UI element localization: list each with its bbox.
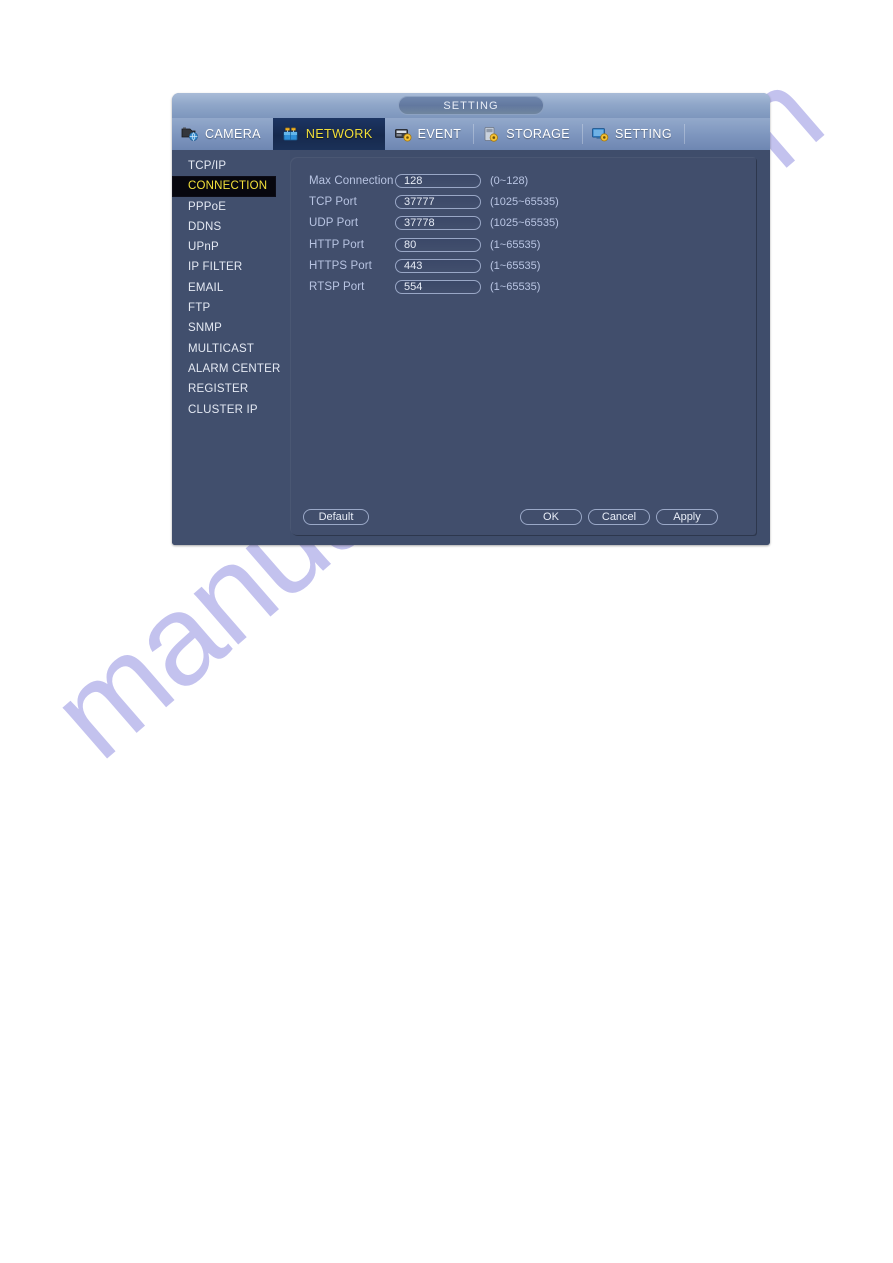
tab-setting[interactable]: SETTING [581,118,684,150]
form-row-tcp-port: TCP Port (1025~65535) [309,191,559,212]
sidebar-item-snmp[interactable]: SNMP [172,318,290,338]
tab-bar-filler [683,118,770,150]
max-connection-hint: (0~128) [490,174,529,187]
form-row-http-port: HTTP Port (1~65535) [309,234,559,255]
rtsp-port-label: RTSP Port [309,281,365,294]
https-port-label: HTTPS Port [309,259,372,272]
apply-button[interactable]: Apply [656,509,718,525]
sidebar-item-tcpip[interactable]: TCP/IP [172,156,290,176]
udp-port-hint: (1025~65535) [490,217,559,230]
tcp-port-hint: (1025~65535) [490,195,559,208]
connection-form: Max Connection (0~128) TCP Port (1025~65… [309,170,559,298]
tab-camera-label: CAMERA [205,127,261,141]
storage-gear-icon [481,125,501,143]
form-row-max-connection: Max Connection (0~128) [309,170,559,191]
network-sidebar: TCP/IP CONNECTION PPPoE DDNS UPnP IP FIL… [172,150,290,545]
default-button[interactable]: Default [303,509,369,525]
tab-network-label: NETWORK [305,127,373,141]
ok-button[interactable]: OK [520,509,582,525]
main-tab-bar: CAMERA NETWORK EVENT STORAGE SETTING [172,118,770,151]
dvr-setting-window: SETTING CAMERA NETWORK EVENT STORAGE SET… [172,93,770,545]
event-gear-icon [393,125,413,143]
sidebar-item-register[interactable]: REGISTER [172,379,290,399]
tab-storage-label: STORAGE [506,127,570,141]
form-row-https-port: HTTPS Port (1~65535) [309,255,559,276]
monitor-gear-icon [590,125,610,143]
sidebar-item-connection[interactable]: CONNECTION [172,176,276,197]
rtsp-port-input[interactable] [395,280,481,295]
sidebar-item-ftp[interactable]: FTP [172,298,290,318]
max-connection-label: Max Connection [309,174,394,187]
sidebar-item-alarm-center[interactable]: ALARM CENTER [172,359,290,379]
window-body: TCP/IP CONNECTION PPPoE DDNS UPnP IP FIL… [172,150,770,545]
tab-storage[interactable]: STORAGE [473,118,582,150]
tab-network[interactable]: NETWORK [272,118,385,150]
tab-camera[interactable]: CAMERA [172,118,273,150]
tcp-port-input[interactable] [395,194,481,209]
udp-port-label: UDP Port [309,217,359,230]
http-port-hint: (1~65535) [490,238,541,251]
sidebar-item-upnp[interactable]: UPnP [172,237,290,257]
rtsp-port-hint: (1~65535) [490,281,541,294]
tab-event[interactable]: EVENT [385,118,474,150]
sidebar-item-cluster-ip[interactable]: CLUSTER IP [172,400,290,420]
window-title: SETTING [398,96,544,115]
connection-settings-panel: Max Connection (0~128) TCP Port (1025~65… [290,157,756,535]
http-port-input[interactable] [395,237,481,252]
sidebar-item-multicast[interactable]: MULTICAST [172,339,290,359]
http-port-label: HTTP Port [309,238,365,251]
https-port-hint: (1~65535) [490,259,541,272]
max-connection-input[interactable] [395,173,481,188]
form-row-rtsp-port: RTSP Port (1~65535) [309,276,559,297]
tcp-port-label: TCP Port [309,195,357,208]
sidebar-item-ip-filter[interactable]: IP FILTER [172,257,290,277]
sidebar-item-pppoe[interactable]: PPPoE [172,197,290,217]
sidebar-item-email[interactable]: EMAIL [172,278,290,298]
udp-port-input[interactable] [395,216,481,231]
form-row-udp-port: UDP Port (1025~65535) [309,213,559,234]
tab-event-label: EVENT [417,127,462,141]
network-server-icon [281,125,301,143]
tab-setting-label: SETTING [614,127,672,141]
window-titlebar: SETTING [172,93,770,119]
camera-globe-icon [180,125,200,143]
https-port-input[interactable] [395,258,481,273]
cancel-button[interactable]: Cancel [588,509,650,525]
sidebar-item-ddns[interactable]: DDNS [172,217,290,237]
